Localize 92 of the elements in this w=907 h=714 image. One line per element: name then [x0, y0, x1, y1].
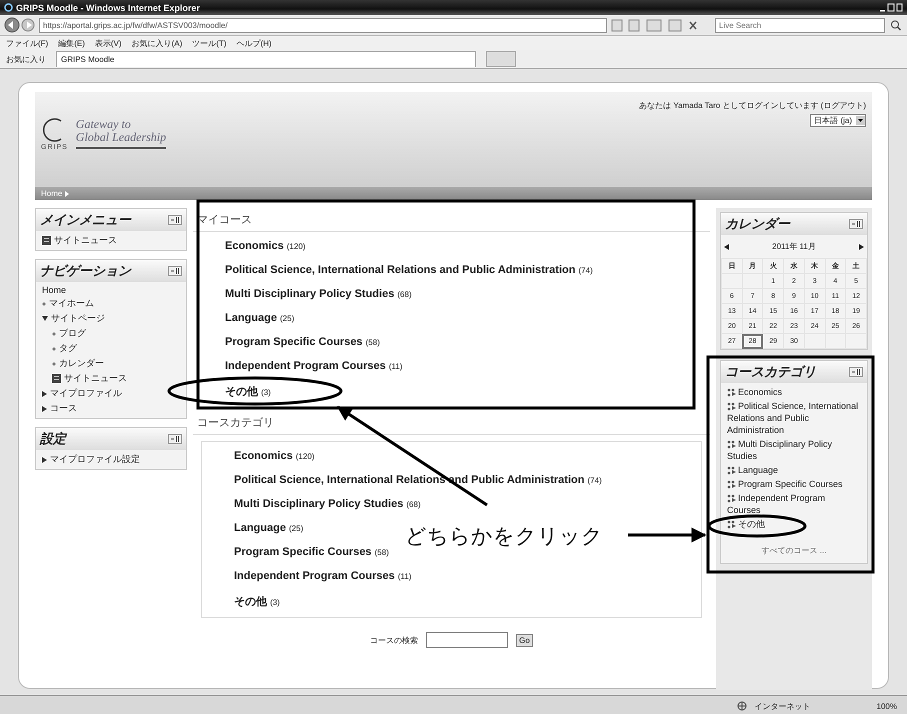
block-controls-icon[interactable]	[168, 266, 182, 276]
nav-item[interactable]: マイプロファイル設定	[50, 453, 140, 466]
address-field[interactable]: https://aportal.grips.ac.jp/fw/dfw/ASTSV003/moodle/	[39, 18, 607, 32]
course-category-link[interactable]: Multi Disciplinary Policy Studies (68)	[234, 498, 421, 510]
all-courses-link[interactable]: すべてのコース ...	[727, 532, 861, 560]
news-icon	[42, 236, 51, 245]
folder-icon	[727, 480, 736, 490]
zoom-level[interactable]: 100%	[876, 702, 897, 710]
folder-icon	[727, 520, 736, 530]
nav-item[interactable]: サイトニュース	[54, 234, 117, 247]
course-category-link[interactable]: Multi Disciplinary Policy Studies (68)	[225, 288, 412, 300]
globe-icon	[736, 701, 747, 711]
category-link[interactable]: Language	[727, 464, 861, 476]
collapsed-triangle-icon[interactable]	[42, 390, 47, 396]
block-controls-icon[interactable]	[168, 215, 182, 225]
search-icon[interactable]	[889, 18, 903, 32]
course-search-field[interactable]	[426, 632, 508, 648]
annotation-text: どちらかをクリック	[405, 523, 603, 550]
nav-item[interactable]: タグ	[59, 342, 77, 355]
favorites-button[interactable]: お気に入り	[6, 54, 46, 64]
language-select[interactable]: 日本語 (ja)	[810, 114, 866, 127]
window-controls-icon[interactable]	[879, 2, 903, 12]
nav-item[interactable]: Home	[42, 285, 66, 295]
menu-item[interactable]: ファイル(F)	[6, 38, 48, 48]
nav-item[interactable]: サイトページ	[51, 312, 105, 325]
collapsed-triangle-icon[interactable]	[42, 456, 47, 462]
expanded-triangle-icon[interactable]	[42, 316, 48, 321]
block-controls-icon[interactable]	[849, 367, 863, 377]
bullet-icon	[42, 302, 46, 306]
block-title: 設定	[40, 430, 66, 448]
menu-item[interactable]: ヘルプ(H)	[236, 38, 272, 48]
back-icon[interactable]	[4, 17, 20, 33]
nav-item[interactable]: マイホーム	[49, 297, 94, 310]
course-category-link[interactable]: Program Specific Courses (58)	[234, 546, 389, 558]
section-title: コースカテゴリ	[193, 411, 710, 435]
course-category-link[interactable]: その他 (3)	[234, 594, 280, 609]
folder-icon	[727, 440, 736, 450]
course-category-link[interactable]: Program Specific Courses (58)	[225, 336, 380, 348]
search-field[interactable]: Live Search	[715, 18, 885, 32]
category-link[interactable]: Independent Program Courses	[727, 492, 861, 516]
separator-icon	[65, 190, 70, 196]
folder-icon	[727, 402, 736, 412]
bullet-icon	[52, 346, 56, 350]
security-zone: インターネット	[754, 700, 811, 712]
course-category-link[interactable]: Economics (120)	[234, 450, 314, 462]
browser-tab[interactable]: GRIPS Moodle	[56, 51, 476, 67]
dropdown-arrow-icon[interactable]	[856, 116, 865, 125]
course-category-link[interactable]: Language (25)	[225, 312, 294, 324]
browser-icon	[4, 3, 13, 12]
news-icon	[52, 374, 61, 383]
menu-item[interactable]: ツール(T)	[192, 38, 226, 48]
nav-item[interactable]: カレンダー	[59, 357, 104, 370]
next-month-icon[interactable]	[858, 244, 864, 250]
folder-icon	[727, 388, 736, 398]
block-title: カレンダー	[725, 215, 790, 233]
menu-item[interactable]: 表示(V)	[94, 38, 122, 48]
nav-item[interactable]: コース	[50, 402, 77, 415]
course-category-link[interactable]: Language (25)	[234, 522, 304, 534]
block-title: コースカテゴリ	[725, 363, 816, 381]
calendar-month: 2011年 11月	[772, 241, 816, 252]
bullet-icon	[52, 332, 56, 336]
course-category-link[interactable]: その他 (3)	[225, 384, 271, 399]
course-category-link[interactable]: Independent Program Courses (11)	[234, 570, 412, 582]
forward-icon[interactable]	[21, 18, 35, 32]
search-label: コースの検索	[370, 634, 418, 646]
block-title: メインメニュー	[40, 211, 131, 229]
course-category-link[interactable]: Independent Program Courses (11)	[225, 360, 402, 372]
bullet-icon	[52, 362, 56, 366]
category-link[interactable]: Multi Disciplinary Policy Studies	[727, 438, 861, 462]
window-title: GRIPS Moodle - Windows Internet Explorer	[16, 2, 200, 12]
category-link[interactable]: Economics	[727, 386, 861, 398]
block-controls-icon[interactable]	[849, 219, 863, 229]
logo-tagline: Gateway to Global Leadership	[76, 118, 166, 149]
course-category-link[interactable]: Political Science, International Relations and Public Administration (74)	[225, 264, 593, 276]
category-link[interactable]: Political Science, International Relations and Public Administration	[727, 400, 861, 436]
block-controls-icon[interactable]	[168, 434, 182, 444]
folder-icon	[727, 494, 736, 504]
course-category-link[interactable]: Economics (120)	[225, 240, 306, 252]
collapsed-triangle-icon[interactable]	[42, 406, 47, 412]
login-info: あなたは Yamada Taro としてログインしています	[639, 101, 818, 110]
category-link[interactable]: Program Specific Courses	[727, 478, 861, 490]
menu-item[interactable]: 編集(E)	[58, 38, 85, 48]
go-button[interactable]: Go	[516, 634, 533, 646]
block-title: ナビゲーション	[40, 262, 131, 280]
previous-month-icon[interactable]	[724, 244, 729, 250]
menu-item[interactable]: お気に入り(A)	[132, 38, 182, 48]
folder-icon	[727, 466, 736, 476]
nav-item[interactable]: ブログ	[59, 327, 86, 340]
nav-item[interactable]: マイプロファイル	[50, 387, 122, 400]
category-link[interactable]: その他	[727, 518, 861, 530]
logout-link[interactable]: (ログアウト)	[820, 101, 866, 110]
nav-item[interactable]: サイトニュース	[64, 372, 127, 385]
